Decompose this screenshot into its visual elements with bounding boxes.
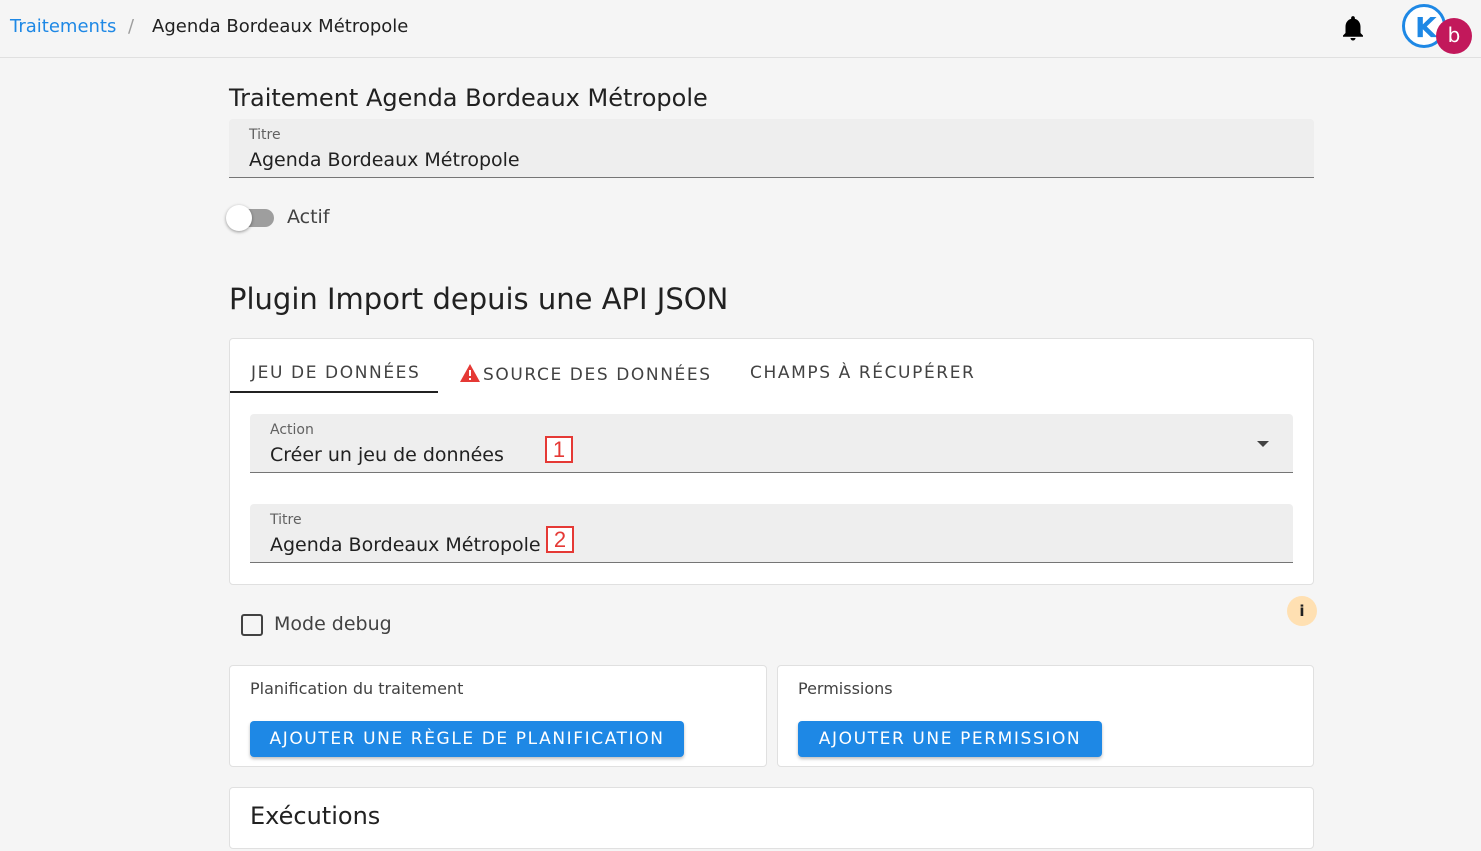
action-select[interactable]: Action Créer un jeu de données 1: [250, 414, 1293, 473]
app-bar: Traitements / Agenda Bordeaux Métropole …: [0, 0, 1481, 58]
bell-icon[interactable]: [1338, 13, 1368, 43]
add-permission-button[interactable]: AJOUTER UNE PERMISSION: [798, 721, 1102, 757]
breadcrumb-separator: /: [128, 16, 135, 37]
plugin-title: Plugin Import depuis une API JSON: [229, 282, 729, 316]
executions-heading: Exécutions: [250, 802, 381, 830]
debug-checkbox-label: Mode debug: [274, 613, 392, 635]
info-icon[interactable]: i: [1287, 596, 1317, 626]
tab-dataset-label: JEU DE DONNÉES: [251, 363, 421, 383]
active-toggle-label: Actif: [287, 206, 330, 228]
permissions-card: Permissions AJOUTER UNE PERMISSION: [777, 665, 1314, 767]
scheduling-card: Planification du traitement AJOUTER UNE …: [229, 665, 767, 767]
tab-data-source[interactable]: SOURCE DES DONNÉES: [459, 363, 712, 385]
scheduling-heading: Planification du traitement: [250, 679, 464, 698]
add-schedule-rule-button[interactable]: AJOUTER UNE RÈGLE DE PLANIFICATION: [250, 721, 684, 757]
breadcrumb-link-traitements[interactable]: Traitements: [10, 16, 116, 37]
tab-fields-label: CHAMPS À RÉCUPÉRER: [750, 363, 976, 383]
active-toggle-thumb[interactable]: [226, 205, 252, 231]
title-field-label: Titre: [249, 127, 281, 143]
permissions-heading: Permissions: [798, 679, 893, 698]
tab-dataset[interactable]: JEU DE DONNÉES: [251, 363, 420, 383]
dataset-title-field[interactable]: Titre Agenda Bordeaux Métropole 2: [250, 504, 1293, 563]
annotation-marker-2: 2: [546, 526, 574, 553]
breadcrumb-current: Agenda Bordeaux Métropole: [152, 16, 409, 37]
dataset-title-value[interactable]: Agenda Bordeaux Métropole: [270, 534, 541, 556]
executions-card: Exécutions: [229, 787, 1314, 849]
tab-fields[interactable]: CHAMPS À RÉCUPÉRER: [750, 363, 975, 383]
title-field[interactable]: Titre Agenda Bordeaux Métropole: [229, 119, 1314, 178]
dataset-title-label: Titre: [270, 512, 302, 528]
title-field-value[interactable]: Agenda Bordeaux Métropole: [249, 149, 520, 171]
page-title: Traitement Agenda Bordeaux Métropole: [229, 84, 708, 112]
chevron-down-icon[interactable]: [1257, 441, 1269, 447]
debug-checkbox[interactable]: [241, 614, 263, 636]
action-select-label: Action: [270, 422, 314, 438]
avatar[interactable]: b: [1436, 18, 1472, 54]
account-menu[interactable]: K b: [1402, 4, 1474, 56]
logo-letter: K: [1415, 11, 1437, 44]
warning-icon: [459, 363, 481, 383]
active-tab-indicator: [230, 391, 438, 393]
action-select-value[interactable]: Créer un jeu de données: [270, 444, 504, 466]
annotation-marker-1: 1: [545, 436, 573, 463]
tab-data-source-label: SOURCE DES DONNÉES: [483, 365, 712, 385]
plugin-config-card: JEU DE DONNÉES SOURCE DES DONNÉES CHAMPS…: [229, 338, 1314, 585]
